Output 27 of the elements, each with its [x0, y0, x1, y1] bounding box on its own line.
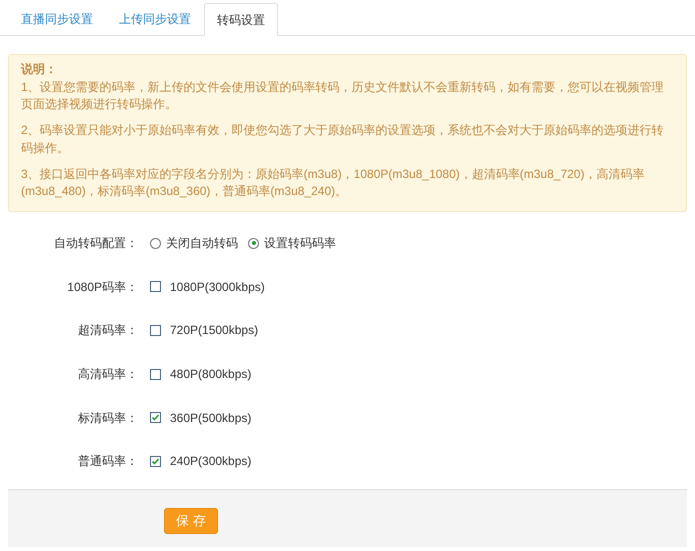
radio-label[interactable]: 设置转码码率 — [264, 234, 336, 252]
tab[interactable]: 转码设置 — [204, 3, 278, 36]
field-label: 超清码率： — [77, 322, 139, 340]
checkbox[interactable] — [150, 456, 161, 467]
checkbox[interactable] — [150, 281, 161, 292]
tab[interactable]: 直播同步设置 — [8, 2, 106, 35]
checkbox[interactable] — [150, 324, 161, 336]
checkbox-label[interactable]: 1080P(3000kbps) — [170, 278, 265, 296]
tab[interactable]: 上传同步设置 — [106, 2, 204, 35]
field-label: 高清码率： — [77, 366, 139, 384]
notice-paragraph: 1、设置您需要的码率，新上传的文件会使用设置的码率转码，历史文件默认不会重新转码，如有需要，您可以在视频管理页面选择视频进行转码操作。 — [21, 78, 665, 113]
field-label: 普通码率： — [77, 453, 139, 470]
radio-label[interactable]: 关闭自动转码 — [166, 234, 238, 252]
field-label: 1080P码率： — [66, 278, 139, 296]
notice-paragraph: 2、码率设置只能对小于原始码率有效，即使您勾选了大于原始码率的设置选项，系统也不会对大于原始码率的选项进行转码操作。 — [21, 122, 665, 156]
checkbox[interactable] — [150, 368, 161, 380]
notice-paragraph: 3、接口返回中各码率对应的字段名分别为：原始码率(m3u8)，1080P(m3u8_1080)，超清码率(m3u8_720)，高清码率(m3u8_480)，标清码率(m3u8_360)，普通码率(m3u8_240)。 — [21, 166, 646, 200]
checkbox-label[interactable]: 480P(800kbps) — [170, 365, 252, 384]
notice-title: 说明： — [21, 61, 58, 78]
field-label: 自动转码配置： — [53, 235, 139, 252]
radio-button[interactable] — [150, 238, 161, 249]
checkbox-label[interactable]: 360P(500kbps) — [170, 408, 252, 427]
checkbox[interactable] — [150, 412, 161, 424]
radio-button[interactable] — [248, 238, 259, 249]
field-label: 标清码率： — [77, 410, 139, 427]
checkbox-label[interactable]: 720P(1500kbps) — [170, 321, 258, 340]
checkbox-label[interactable]: 240P(300kbps) — [170, 452, 252, 470]
